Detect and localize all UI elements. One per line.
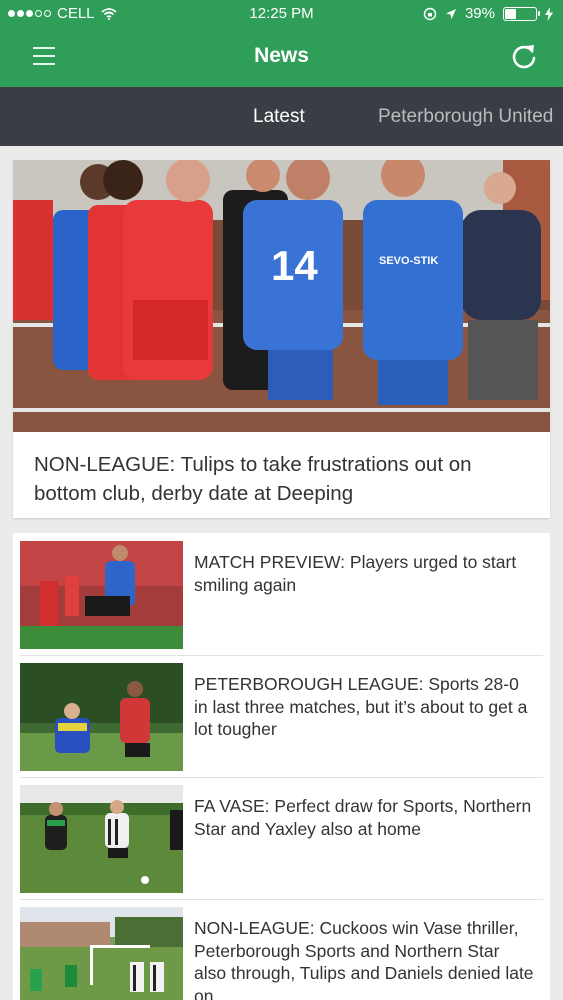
player-shirt-number: 14 [271, 242, 318, 289]
list-item[interactable]: NON-LEAGUE: Cuckoos win Vase thriller, P… [20, 899, 543, 1000]
location-arrow-icon [445, 8, 456, 19]
charging-bolt-icon [545, 6, 553, 21]
article-title: MATCH PREVIEW: Players urged to start sm… [194, 552, 517, 595]
rotation-lock-icon [423, 7, 437, 20]
tab-latest[interactable]: Latest [253, 106, 305, 128]
list-item[interactable]: MATCH PREVIEW: Players urged to start sm… [20, 533, 543, 655]
nav-bar: News [0, 28, 563, 87]
page-title: News [254, 44, 309, 67]
battery-icon [503, 6, 540, 21]
list-item[interactable]: FA VASE: Perfect draw for Sports, Northe… [20, 777, 543, 899]
featured-article-card[interactable]: 14 SEVO-STIK NON-LEAGUE: Tulips to take … [13, 160, 550, 518]
article-title: PETERBOROUGH LEAGUE: Sports 28-0 in last… [194, 674, 528, 739]
article-thumbnail [20, 663, 183, 771]
article-thumbnail [20, 907, 183, 1000]
status-right: 39% [423, 5, 553, 22]
category-tabs: Latest Peterborough United [0, 87, 563, 146]
list-item[interactable]: PETERBOROUGH LEAGUE: Sports 28-0 in last… [20, 655, 543, 777]
article-title: FA VASE: Perfect draw for Sports, Northe… [194, 796, 532, 839]
featured-article-image: 14 SEVO-STIK [13, 160, 550, 432]
article-title: NON-LEAGUE: Cuckoos win Vase thriller, P… [194, 918, 534, 1000]
article-thumbnail [20, 785, 183, 893]
featured-article-title: NON-LEAGUE: Tulips to take frustrations … [34, 453, 472, 505]
battery-percent: 39% [464, 5, 495, 22]
tab-peterborough-united[interactable]: Peterborough United [378, 106, 563, 128]
shirt-sponsor: SEVO-STIK [379, 255, 438, 267]
status-bar: CELL 12:25 PM 39% [0, 0, 563, 28]
article-thumbnail [20, 541, 183, 649]
refresh-icon[interactable] [509, 42, 539, 72]
article-list: MATCH PREVIEW: Players urged to start sm… [13, 533, 550, 1000]
